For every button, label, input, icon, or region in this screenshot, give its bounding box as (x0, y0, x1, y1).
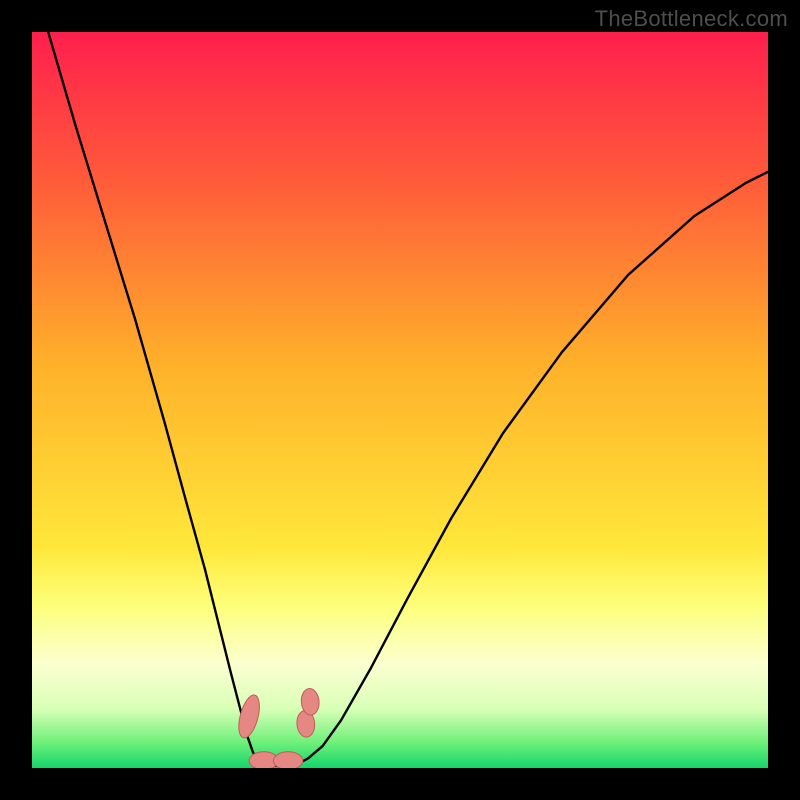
chart-frame: TheBottleneck.com (0, 0, 800, 800)
watermark-text: TheBottleneck.com (595, 6, 788, 32)
plot-area (32, 32, 768, 768)
marker-blob (273, 752, 302, 768)
gradient-background (32, 32, 768, 768)
chart-svg (32, 32, 768, 768)
